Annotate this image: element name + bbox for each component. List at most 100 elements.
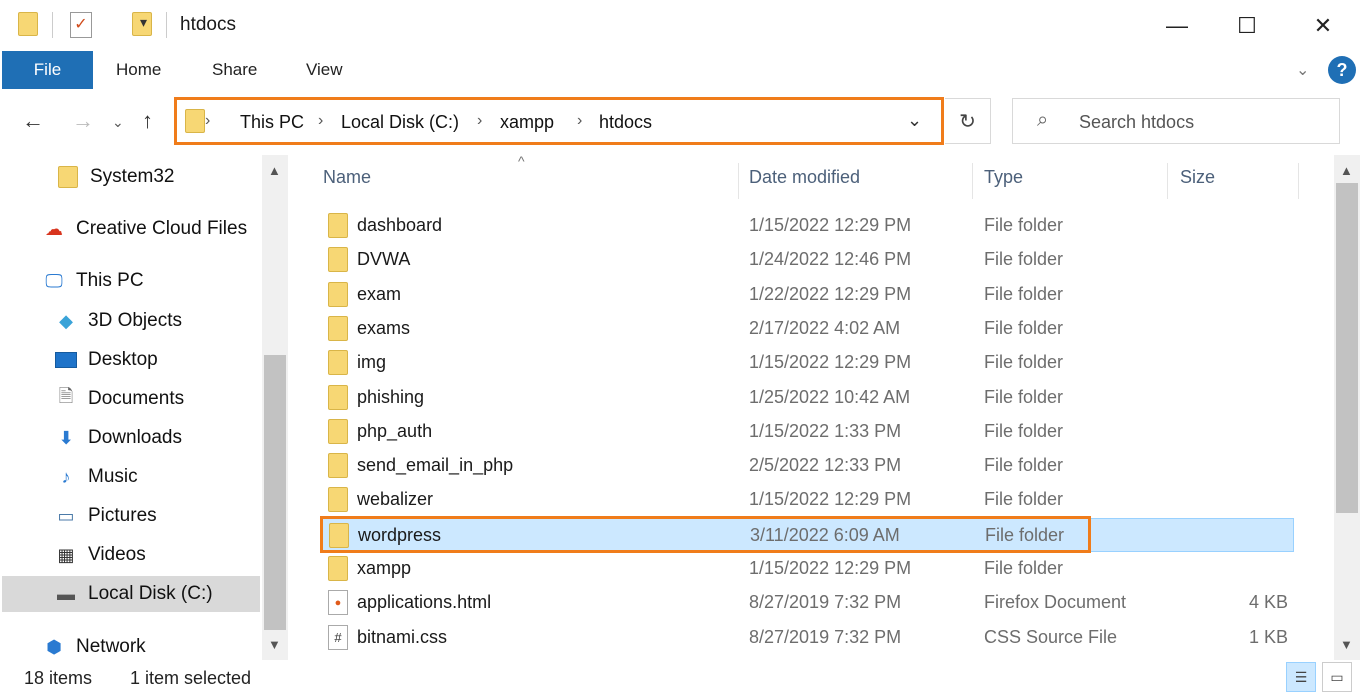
file-type: File folder [985,524,1065,545]
table-row[interactable]: ● applications.html 8/27/2019 7:32 PM Firef… [320,586,1294,620]
column-header-size[interactable]: Size [1180,167,1215,188]
sidebar-item-label: System32 [90,166,175,187]
help-button[interactable]: ? [1328,56,1356,84]
breadcrumb-xampp[interactable]: xampp [500,112,554,133]
table-row[interactable]: DVWA 1/24/2022 12:46 PM File folder [320,243,1294,277]
column-header-name[interactable]: Name [323,167,371,188]
scrollbar-thumb[interactable] [1336,183,1358,513]
scroll-up-icon[interactable]: ▲ [268,163,281,178]
address-bar[interactable]: › This PC › Local Disk (C:) › xampp › ht… [174,97,944,145]
file-date-modified: 3/11/2022 6:09 AM [750,524,900,545]
sidebar-item-desktop[interactable]: Desktop [54,342,158,378]
breadcrumb-htdocs[interactable]: htdocs [599,112,652,133]
file-name: dashboard [357,215,443,235]
up-arrow-icon[interactable]: ↑ [142,108,153,134]
quick-access-dropdown-icon[interactable]: ▾ [140,14,147,42]
file-date-modified: 2/5/2022 12:33 PM [749,455,902,476]
scroll-down-icon[interactable]: ▼ [1340,637,1353,652]
scrollbar-thumb[interactable] [264,355,286,630]
table-row[interactable]: php_auth 1/15/2022 1:33 PM File folder [320,415,1294,449]
sidebar-item-local-disk[interactable]: ▬ Local Disk (C:) [2,576,260,612]
forward-arrow-icon[interactable]: → [72,108,94,134]
tab-share[interactable]: Share [212,60,257,80]
creative-cloud-icon: ☁ [45,218,63,239]
folder-icon [185,109,205,133]
tab-home[interactable]: Home [116,60,161,80]
folder-icon [18,12,38,36]
folder-icon [328,213,348,238]
folder-icon [328,315,348,341]
folder-icon [328,453,348,479]
file-type: File folder [984,352,1064,373]
file-name: phishing [357,386,425,407]
file-name: webalizer [357,489,434,510]
column-divider[interactable] [738,163,739,199]
video-icon: ▦ [57,544,75,565]
minimize-button[interactable]: — [1154,6,1200,46]
sidebar-item-3d-objects[interactable]: ◆ 3D Objects [54,303,182,339]
column-header-type[interactable]: Type [984,167,1023,188]
sidebar-item-music[interactable]: ♪ Music [54,459,138,495]
sidebar-item-pictures[interactable]: ▭ Pictures [54,498,156,534]
file-type: File folder [984,317,1064,338]
sidebar-item-creative-cloud[interactable]: ☁ Creative Cloud Files [42,211,247,247]
sidebar-item-label: This PC [76,270,144,291]
column-header-date[interactable]: Date modified [749,167,860,188]
column-divider[interactable] [1298,163,1299,199]
maximize-button[interactable]: ☐ [1224,6,1270,46]
properties-icon[interactable]: ✓ [70,12,92,38]
table-row[interactable]: xampp 1/15/2022 12:29 PM File folder [320,552,1294,586]
back-arrow-icon[interactable]: ← [22,108,44,134]
search-box[interactable]: ⌕ Search htdocs [1012,98,1340,144]
sidebar-item-label: Local Disk (C:) [88,583,213,604]
table-row[interactable]: img 1/15/2022 12:29 PM File folder [320,346,1294,380]
file-name: send_email_in_php [357,455,514,476]
scroll-down-icon[interactable]: ▼ [268,637,281,652]
recent-locations-chevron-icon[interactable]: ⌄ [112,114,124,131]
sidebar-item-documents[interactable]: 🗎 Documents [54,381,184,417]
file-list-scrollbar[interactable]: ▲ ▼ [1334,155,1360,660]
table-row[interactable]: dashboard 1/15/2022 12:29 PM File folder [320,209,1294,243]
sidebar-item-this-pc[interactable]: 🖵 This PC [42,263,144,299]
file-list: ^ Name Date modified Type Size dashboard… [300,155,1334,660]
file-size: 1 KB [1249,626,1289,647]
refresh-button[interactable]: ↻ [945,98,991,144]
table-row[interactable]: exams 2/17/2022 4:02 AM File folder [320,312,1294,346]
tab-file[interactable]: File [2,51,93,89]
search-input[interactable]: Search htdocs [1079,112,1194,133]
table-row[interactable]: send_email_in_php 2/5/2022 12:33 PM File f… [320,449,1294,483]
column-divider[interactable] [1167,163,1168,199]
sidebar-item-label: Downloads [88,427,182,448]
firefox-document-icon: ● [328,590,348,616]
breadcrumb-separator[interactable]: › [318,112,323,130]
close-button[interactable]: ✕ [1300,6,1346,46]
expand-ribbon-chevron-icon[interactable]: ⌄ [1296,60,1309,80]
table-row[interactable]: exam 1/22/2022 12:29 PM File folder [320,278,1294,312]
sidebar-item-videos[interactable]: ▦ Videos [54,537,145,573]
breadcrumb-this-pc[interactable]: This PC [240,112,304,133]
details-view-button[interactable]: ☰ [1286,662,1316,692]
sidebar-item-system32[interactable]: System32 [56,159,174,195]
breadcrumb-separator[interactable]: › [577,112,582,130]
sidebar-item-network[interactable]: ⬢ Network [42,629,146,660]
sidebar-item-label: Documents [88,388,185,409]
address-history-chevron-icon[interactable]: ⌄ [907,110,922,131]
file-type: File folder [984,420,1064,441]
file-date-modified: 1/25/2022 10:42 AM [749,386,911,407]
divider [52,12,53,38]
breadcrumb-local-disk[interactable]: Local Disk (C:) [341,112,459,133]
file-date-modified: 1/15/2022 12:29 PM [749,215,912,235]
breadcrumb-separator[interactable]: › [477,112,482,130]
table-row[interactable]: wordpress 3/11/2022 6:09 AM File folder [320,517,1294,552]
music-icon: ♪ [61,466,71,487]
table-row[interactable]: phishing 1/25/2022 10:42 AM File folder [320,381,1294,415]
folder-icon [328,556,348,581]
table-row[interactable]: webalizer 1/15/2022 12:29 PM File folder [320,483,1294,517]
large-icons-view-button[interactable]: ▭ [1322,662,1352,692]
scroll-up-icon[interactable]: ▲ [1340,163,1353,178]
tab-view[interactable]: View [306,60,343,80]
table-row[interactable]: # bitnami.css 8/27/2019 7:32 PM CSS Source … [320,621,1294,655]
column-divider[interactable] [972,163,973,199]
sidebar-item-downloads[interactable]: ⬇ Downloads [54,420,182,456]
sidebar-scrollbar[interactable]: ▲ ▼ [262,155,288,660]
